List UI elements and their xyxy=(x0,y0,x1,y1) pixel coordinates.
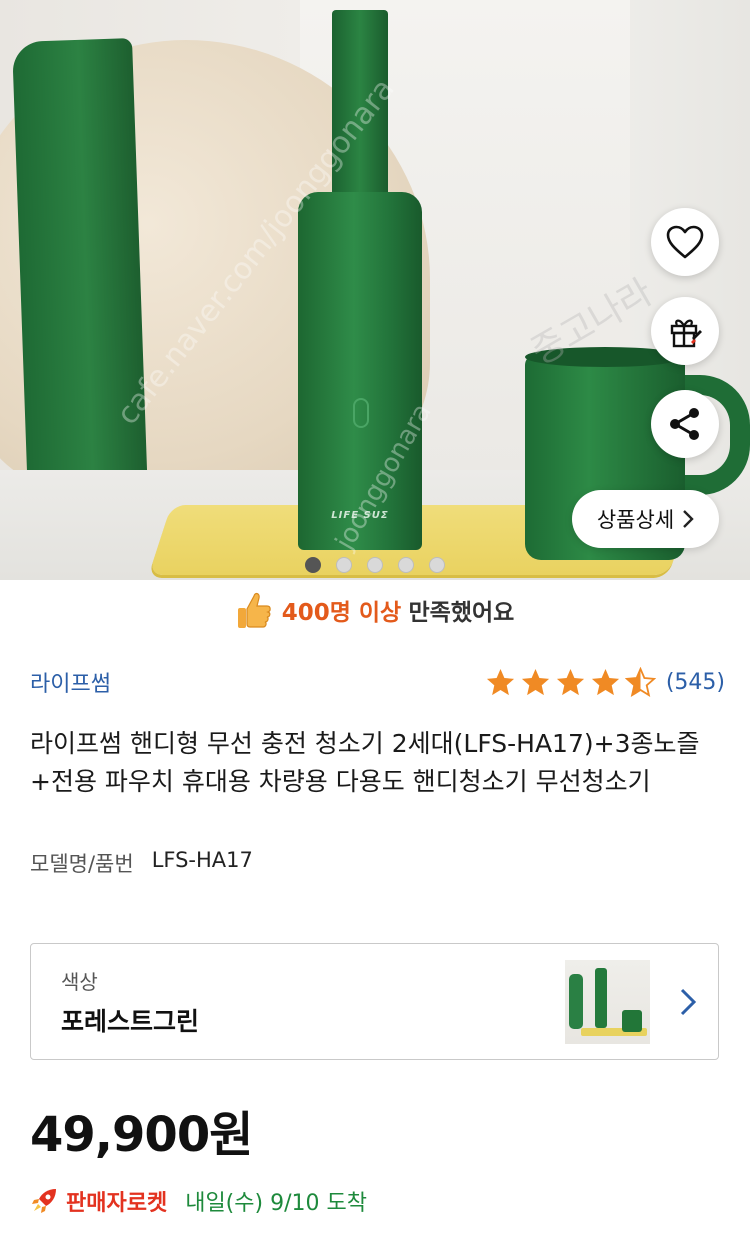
chevron-right-icon xyxy=(683,510,694,528)
brand-link[interactable]: 라이프썸 xyxy=(30,666,111,698)
thumbnail-drape xyxy=(569,974,583,1029)
thumbs-up-icon xyxy=(237,592,271,628)
product-detail-button[interactable]: 상품상세 xyxy=(572,490,719,548)
background-drape xyxy=(12,38,148,502)
product-detail-label: 상품상세 xyxy=(596,508,675,532)
carousel-dot[interactable] xyxy=(398,557,414,573)
star-full-icon xyxy=(556,668,584,695)
model-value: LFS-HA17 xyxy=(151,848,253,872)
rating-count[interactable]: (545) xyxy=(666,670,725,695)
gift-button[interactable] xyxy=(651,297,719,365)
option-value: 포레스트그린 xyxy=(61,1007,200,1036)
star-half-icon xyxy=(624,666,656,697)
thumbnail-mug xyxy=(622,1010,642,1032)
product-image-carousel[interactable]: LIFE SUΣ cafe.naver.com/joonggonara joon… xyxy=(0,0,750,580)
star-full-icon xyxy=(521,668,549,695)
star-full-icon xyxy=(486,668,514,695)
carousel-dot[interactable] xyxy=(305,557,321,573)
gift-rocket-icon xyxy=(670,319,702,348)
satisfaction-highlight: 400명 이상 xyxy=(281,600,402,626)
share-icon xyxy=(670,408,699,440)
carousel-dot[interactable] xyxy=(429,557,445,573)
model-number-row: 모델명/품번 LFS-HA17 xyxy=(30,848,253,878)
satisfaction-text: 400명 이상 만족했어요 xyxy=(282,593,515,627)
carousel-dot[interactable] xyxy=(367,557,383,573)
delivery-info: 판매자로켓 내일(수) 9/10 도착 xyxy=(30,1185,367,1217)
product-price: 49,900원 xyxy=(30,1107,253,1163)
thumbnail-device xyxy=(595,968,607,1028)
carousel-indicator xyxy=(305,557,445,573)
star-full-icon xyxy=(591,668,619,695)
model-label: 모델명/품번 xyxy=(30,852,134,876)
color-option-selector[interactable]: 색상 포레스트그린 xyxy=(30,943,719,1060)
vacuum-power-button xyxy=(353,398,369,428)
rocket-icon xyxy=(32,1189,56,1213)
chevron-right-icon xyxy=(680,988,697,1016)
product-title: 라이프썸 핸디형 무선 충전 청소기 2세대(LFS-HA17)+3종노즐+전용… xyxy=(30,729,700,796)
delivery-date: 내일(수) 9/10 도착 xyxy=(185,1191,367,1216)
rocket-delivery-badge: 판매자로켓 xyxy=(66,1191,168,1216)
heart-icon xyxy=(666,225,704,259)
satisfaction-rest: 만족했어요 xyxy=(408,600,515,626)
wishlist-button[interactable] xyxy=(651,208,719,276)
option-label: 색상 xyxy=(61,970,98,994)
option-thumbnail xyxy=(565,960,650,1044)
carousel-dot[interactable] xyxy=(336,557,352,573)
product-rating[interactable]: (545) xyxy=(485,666,725,698)
brand-rating-row: 라이프썸 (545) xyxy=(30,660,725,704)
satisfaction-banner: 400명 이상 만족했어요 xyxy=(0,580,750,640)
share-button[interactable] xyxy=(651,390,719,458)
